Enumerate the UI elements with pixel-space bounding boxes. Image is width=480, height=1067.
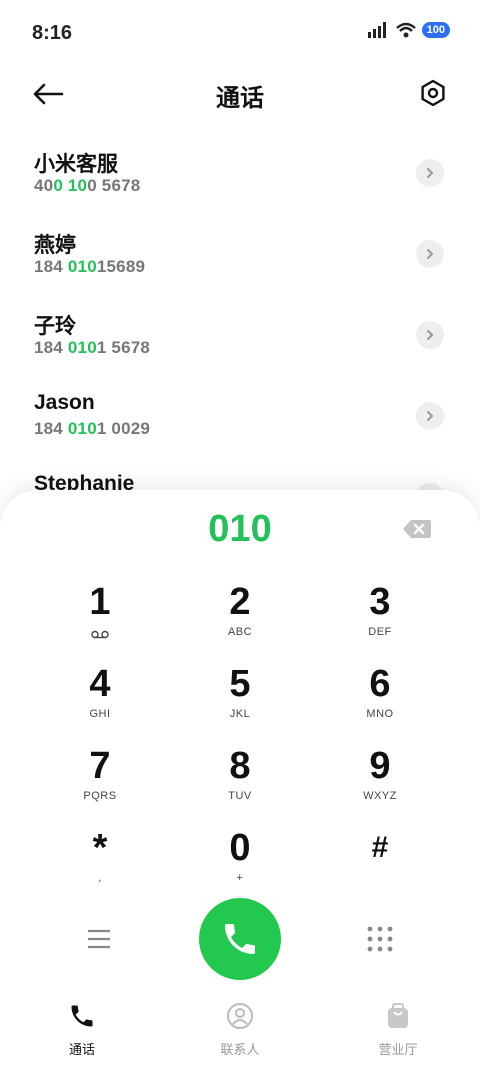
contact-name: 燕婷	[34, 234, 76, 257]
contact-name: 小米客服	[34, 153, 118, 176]
contact-name: 子玲	[34, 315, 76, 338]
keypad: 1 2 ABC 3 DEF 4 GHI 5 JKL 6 MNO 7 PQRS 8…	[30, 580, 450, 908]
tab-label: 营业厅	[378, 1042, 418, 1057]
bag-icon	[388, 1003, 408, 1028]
contact-number: 400 100 5678	[34, 176, 141, 195]
tab-label: 联系人	[220, 1042, 260, 1057]
dialpad-toggle-icon[interactable]	[366, 925, 394, 953]
key-hash[interactable]: #	[310, 826, 450, 908]
tab-calls[interactable]: 通话	[22, 1002, 142, 1058]
header: 通话	[0, 68, 480, 120]
tab-label: 通话	[68, 1042, 95, 1057]
contact-number: 184 0101 5678	[34, 338, 151, 357]
settings-icon[interactable]	[418, 78, 448, 108]
key-2[interactable]: 2 ABC	[170, 580, 310, 662]
key-7[interactable]: 7 PQRS	[30, 744, 170, 826]
backspace-icon[interactable]	[402, 518, 432, 540]
contact-item[interactable]: Jason 184 0101 0029	[0, 373, 480, 454]
chevron-right-icon[interactable]	[416, 159, 444, 187]
key-8[interactable]: 8 TUV	[170, 744, 310, 826]
battery-indicator: 100	[421, 22, 450, 38]
bottom-tab-bar: 通话 联系人 营业厅	[0, 1002, 480, 1066]
dialpad-sheet: 010 1 2 ABC 3 DEF 4 GHI 5 JKL 6 MNO 7 PQ…	[0, 490, 480, 1067]
contact-list: 小米客服 400 100 5678 燕婷 184 01015689 子玲 184…	[0, 130, 480, 500]
voicemail-icon	[91, 630, 109, 639]
menu-icon[interactable]	[86, 928, 112, 950]
key-3[interactable]: 3 DEF	[310, 580, 450, 662]
contact-item[interactable]: 燕婷 184 01015689	[0, 211, 480, 292]
chevron-right-icon[interactable]	[416, 240, 444, 268]
status-time: 8:16	[32, 22, 73, 44]
contact-number: 184 0101 0029	[34, 419, 151, 438]
tab-contacts[interactable]: 联系人	[180, 1002, 300, 1058]
chevron-right-icon[interactable]	[416, 402, 444, 430]
key-9[interactable]: 9 WXYZ	[310, 744, 450, 826]
status-bar: 8:16 100	[0, 0, 480, 64]
contact-item[interactable]: 小米客服 400 100 5678	[0, 130, 480, 211]
contact-item[interactable]: 子玲 184 0101 5678	[0, 292, 480, 373]
dial-actions	[0, 898, 480, 980]
key-1[interactable]: 1	[30, 580, 170, 662]
status-icons: 100	[367, 22, 450, 38]
phone-icon	[225, 924, 255, 954]
key-6[interactable]: 6 MNO	[310, 662, 450, 744]
signal-icon	[367, 22, 386, 38]
key-4[interactable]: 4 GHI	[30, 662, 170, 744]
tab-service-hall[interactable]: 营业厅	[338, 1002, 458, 1058]
contact-number: 184 01015689	[34, 257, 146, 276]
key-5[interactable]: 5 JKL	[170, 662, 310, 744]
chevron-right-icon[interactable]	[416, 321, 444, 349]
wifi-icon	[395, 22, 416, 38]
key-0[interactable]: 0 +	[170, 826, 310, 908]
page-title: 通话	[216, 85, 264, 112]
contact-name: Jason	[34, 391, 95, 414]
call-button[interactable]	[199, 898, 281, 980]
phone-icon	[71, 1005, 93, 1027]
key-star[interactable]: * ,	[30, 826, 170, 908]
person-icon	[227, 1003, 253, 1029]
